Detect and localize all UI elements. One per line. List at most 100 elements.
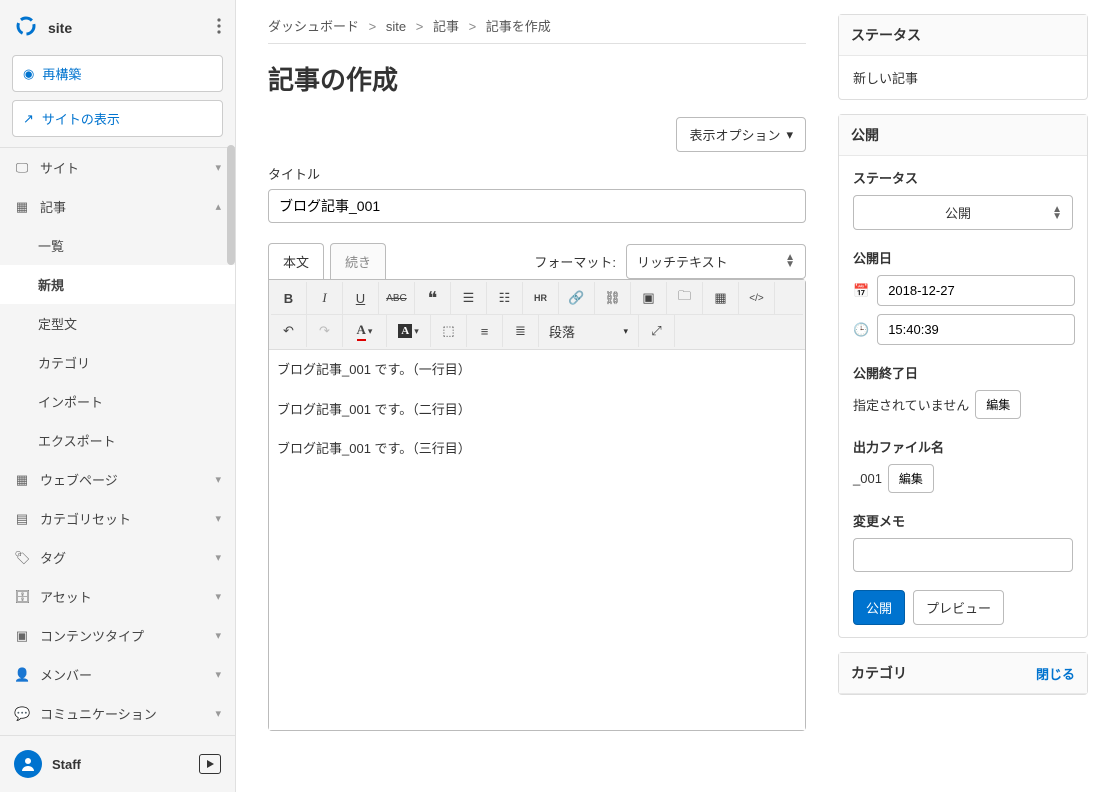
logo-icon	[14, 14, 38, 41]
status-panel: ステータス 新しい記事	[838, 14, 1088, 100]
unlink-button[interactable]: ⛓	[595, 282, 631, 314]
category-panel: カテゴリ 閉じる	[838, 652, 1088, 695]
bullet-list-button[interactable]: ☰	[451, 282, 487, 314]
tab-more[interactable]: 続き	[330, 243, 386, 279]
external-icon: ↗	[23, 111, 34, 127]
body-line: ブログ記事_001 です。（二行目）	[277, 400, 797, 420]
nav-articles-list[interactable]: 一覧	[0, 226, 235, 265]
nav-asset[interactable]: 🗄アセット ▾	[0, 577, 235, 616]
publish-time-input[interactable]	[877, 314, 1075, 345]
breadcrumb-create: 記事を作成	[486, 19, 551, 34]
align-left-button[interactable]: ≡	[467, 315, 503, 347]
chevron-down-icon: ▾	[215, 590, 221, 603]
paragraph-select[interactable]: 段落 ▾	[539, 315, 639, 347]
updown-icon: ▲▼	[785, 254, 795, 268]
chevron-down-icon: ▾	[215, 707, 221, 720]
publish-date-label: 公開日	[853, 248, 1073, 267]
nav-webpage[interactable]: ▦ウェブページ ▾	[0, 460, 235, 499]
undo-button[interactable]: ↶	[271, 315, 307, 347]
nav-communication[interactable]: 💬コミュニケーション ▾	[0, 694, 235, 733]
preview-button[interactable]: プレビュー	[913, 590, 1004, 625]
sidebar: site ◉ 再構築 ↗ サイトの表示 🖵サイト ▾ ▦記事 ▴	[0, 0, 236, 792]
status-select[interactable]: 公開 ▲▼	[853, 195, 1073, 230]
chevron-down-icon: ▾	[215, 512, 221, 525]
page-icon: ▦	[14, 472, 30, 488]
blockquote-button[interactable]: ❝	[415, 282, 451, 314]
embed-button[interactable]: ▦	[703, 282, 739, 314]
filename-edit-button[interactable]: 編集	[888, 464, 934, 493]
chevron-down-icon: ▾	[215, 629, 221, 642]
user-icon: 👤	[14, 667, 30, 683]
italic-button[interactable]: I	[307, 282, 343, 314]
main-content: ダッシュボード > site > 記事 > 記事を作成 記事の作成 表示オプショ…	[236, 0, 838, 792]
chevron-down-icon: ▾	[215, 473, 221, 486]
publish-panel: 公開 ステータス 公開 ▲▼ 公開日 📅 🕒	[838, 114, 1088, 638]
nav-articles-boilerplate[interactable]: 定型文	[0, 304, 235, 343]
comment-icon: 💬	[14, 706, 30, 722]
chevron-up-icon: ▴	[215, 200, 221, 213]
end-date-edit-button[interactable]: 編集	[975, 390, 1021, 419]
editor-body[interactable]: ブログ記事_001 です。（一行目） ブログ記事_001 です。（二行目） ブロ…	[269, 350, 805, 730]
staff-menu[interactable]: Staff	[14, 750, 81, 778]
nav-content-type[interactable]: ▣コンテンツタイプ ▾	[0, 616, 235, 655]
view-site-button[interactable]: ↗ サイトの表示	[12, 100, 223, 137]
publish-button[interactable]: 公開	[853, 590, 905, 625]
underline-button[interactable]: U	[343, 282, 379, 314]
align-center-button[interactable]: ≣	[503, 315, 539, 347]
source-button[interactable]: </>	[739, 282, 775, 314]
nav-articles-import[interactable]: インポート	[0, 382, 235, 421]
end-date-value: 指定されていません	[853, 395, 969, 414]
more-icon[interactable]	[217, 18, 221, 37]
view-site-label: サイトの表示	[42, 109, 120, 128]
title-label: タイトル	[268, 164, 806, 183]
category-icon: ▤	[14, 511, 30, 527]
nav-tag[interactable]: 🏷タグ ▾	[0, 538, 235, 577]
format-select[interactable]: リッチテキスト ▲▼	[626, 244, 806, 279]
body-line: ブログ記事_001 です。（三行目）	[277, 439, 797, 459]
list-icon: ▣	[14, 628, 30, 644]
fullscreen-button[interactable]: ⤢	[639, 315, 675, 347]
redo-button[interactable]: ↷	[307, 315, 343, 347]
image-button[interactable]: ▣	[631, 282, 667, 314]
site-name: site	[48, 20, 72, 36]
strikethrough-button[interactable]: ABC	[379, 282, 415, 314]
bg-color-button[interactable]: A▾	[387, 315, 431, 347]
avatar	[14, 750, 42, 778]
category-close-link[interactable]: 閉じる	[1036, 664, 1075, 683]
updown-icon: ▲▼	[1052, 206, 1062, 220]
nav-category-set[interactable]: ▤カテゴリセット ▾	[0, 499, 235, 538]
publish-panel-header: 公開	[839, 115, 1087, 156]
nav-site[interactable]: 🖵サイト ▾	[0, 148, 235, 187]
nav-articles[interactable]: ▦記事 ▴	[0, 187, 235, 226]
site-brand[interactable]: site	[14, 14, 72, 41]
asset-button[interactable]: 🗀	[667, 282, 703, 314]
display-options-button[interactable]: 表示オプション ▾	[676, 117, 806, 152]
link-button[interactable]: 🔗	[559, 282, 595, 314]
nav-articles-export[interactable]: エクスポート	[0, 421, 235, 460]
tab-body[interactable]: 本文	[268, 243, 324, 279]
memo-input[interactable]	[853, 538, 1073, 572]
clock-icon: 🕒	[853, 322, 869, 338]
page-title: 記事の作成	[268, 60, 806, 97]
sidebar-scrollbar[interactable]	[227, 145, 235, 732]
rebuild-button[interactable]: ◉ 再構築	[12, 55, 223, 92]
publish-date-input[interactable]	[877, 275, 1075, 306]
breadcrumb-articles[interactable]: 記事	[433, 19, 459, 34]
play-button[interactable]	[199, 754, 221, 774]
hr-button[interactable]: HR	[523, 282, 559, 314]
body-line: ブログ記事_001 です。（一行目）	[277, 360, 797, 380]
nav-articles-category[interactable]: カテゴリ	[0, 343, 235, 382]
breadcrumb-dashboard[interactable]: ダッシュボード	[268, 19, 359, 34]
remove-format-button[interactable]: ⬚	[431, 315, 467, 347]
numbered-list-button[interactable]: ☷	[487, 282, 523, 314]
text-color-button[interactable]: A▾	[343, 315, 387, 347]
breadcrumb-site[interactable]: site	[386, 19, 406, 34]
caret-down-icon: ▾	[786, 127, 793, 143]
nav-member[interactable]: 👤メンバー ▾	[0, 655, 235, 694]
bold-button[interactable]: B	[271, 282, 307, 314]
divider	[268, 43, 806, 44]
title-input[interactable]	[268, 189, 806, 223]
sidebar-nav: 🖵サイト ▾ ▦記事 ▴ 一覧 新規 定型文 カテゴリ インポート エクスポート…	[0, 147, 235, 735]
nav-articles-new[interactable]: 新規	[0, 265, 235, 304]
editor: B I U ABC ❝ ☰ ☷ HR 🔗 ⛓ ▣ 🗀 ▦ </> ↶	[268, 279, 806, 731]
